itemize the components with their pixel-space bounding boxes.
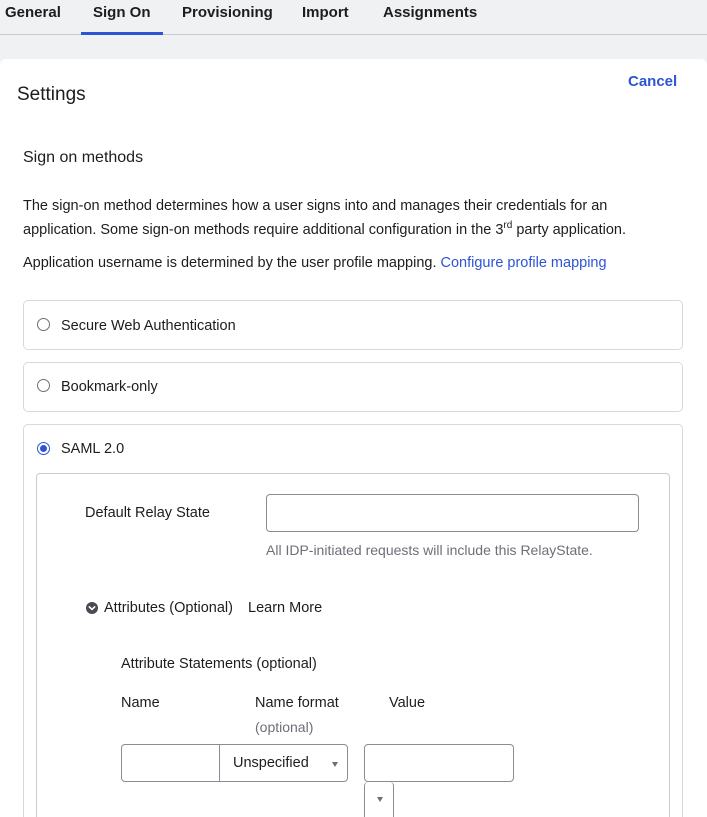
learn-more-link[interactable]: Learn More: [248, 600, 322, 616]
relay-state-input[interactable]: [266, 494, 639, 532]
tab-import[interactable]: Import: [302, 5, 349, 35]
desc-text-2: party application.: [512, 222, 626, 238]
desc-superscript: rd: [503, 220, 513, 231]
method-option-bookmark[interactable]: Bookmark-only: [23, 362, 683, 412]
tab-assignments[interactable]: Assignments: [383, 5, 477, 35]
value-expression-dropdown[interactable]: [364, 782, 394, 817]
attribute-name-input[interactable]: [121, 744, 220, 782]
name-format-select[interactable]: Unspecified: [219, 744, 348, 782]
column-header-value: Value: [389, 695, 426, 711]
tab-provisioning[interactable]: Provisioning: [182, 5, 273, 35]
relay-state-label: Default Relay State: [85, 505, 210, 521]
method-label-bookmark: Bookmark-only: [61, 379, 158, 395]
caret-down-icon-2: [377, 797, 383, 802]
page-title: Settings: [17, 84, 86, 105]
mapping-text: Application username is determined by th…: [23, 255, 607, 271]
name-format-selected: Unspecified: [233, 755, 309, 771]
column-header-name: Name: [121, 695, 160, 711]
radio-saml[interactable]: [37, 442, 50, 455]
tab-bar: General Sign On Provisioning Import Assi…: [0, 0, 707, 35]
column-header-format-hint: (optional): [255, 719, 314, 735]
method-label-saml: SAML 2.0: [61, 441, 125, 457]
tab-sign-on[interactable]: Sign On: [81, 5, 163, 35]
tab-general[interactable]: General: [5, 5, 61, 35]
radio-bookmark[interactable]: [37, 379, 50, 392]
sign-on-methods-title: Sign on methods: [23, 149, 144, 166]
configure-profile-mapping-link[interactable]: Configure profile mapping: [441, 255, 607, 271]
attribute-value-input[interactable]: [364, 744, 514, 782]
sign-on-description: The sign-on method determines how a user…: [23, 194, 683, 242]
radio-swa[interactable]: [37, 318, 50, 331]
method-label-swa: Secure Web Authentication: [61, 318, 236, 334]
caret-down-icon: [332, 762, 338, 767]
attributes-toggle-label[interactable]: Attributes (Optional): [104, 600, 233, 616]
mapping-desc: Application username is determined by th…: [23, 255, 441, 271]
attribute-statements-title: Attribute Statements (optional): [121, 656, 317, 672]
relay-state-hint: All IDP-initiated requests will include …: [266, 542, 593, 558]
method-option-swa[interactable]: Secure Web Authentication: [23, 300, 683, 350]
cancel-link[interactable]: Cancel: [628, 73, 677, 90]
chevron-down-icon[interactable]: [86, 602, 98, 614]
column-header-name-format: Name format: [255, 695, 339, 711]
